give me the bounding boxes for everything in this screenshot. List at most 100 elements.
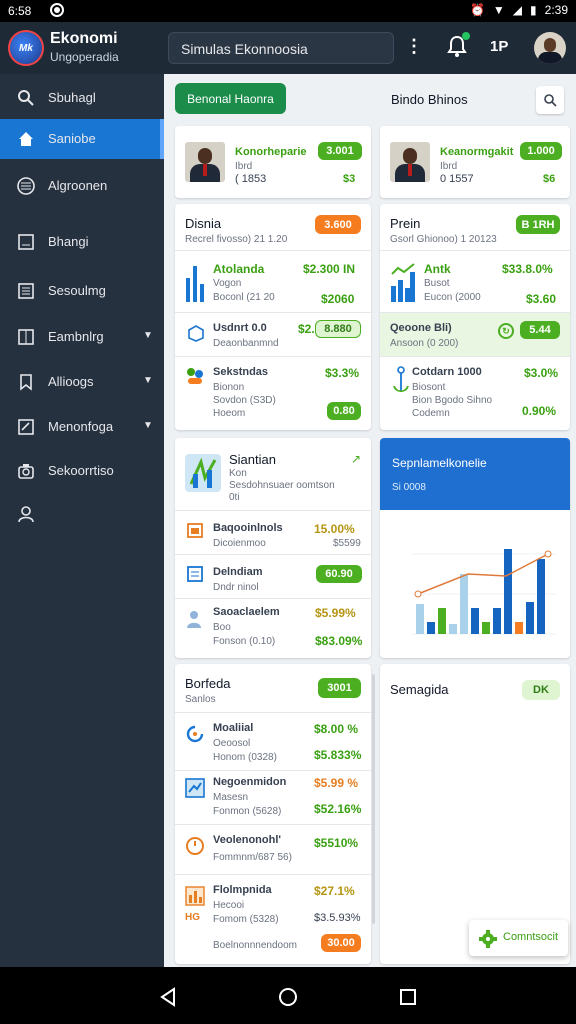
sidebar-item-list[interactable]: Algroonen [0,166,164,206]
item-title: Sekstndas [213,366,269,378]
bar-line-chart [412,549,556,635]
anchor-icon [392,366,410,401]
signal-icon: ◢ [512,3,523,17]
sidebar-item-bank[interactable]: Bhangi [0,222,164,262]
brand-title: Ekonomi [50,30,118,47]
chart-bar [427,622,435,634]
chart-subtitle: Si 0008 [392,482,426,493]
refresh-icon[interactable]: ↻ [498,323,514,339]
item-badge: 8.880 [315,320,361,338]
item-sub: Bionon [213,382,245,393]
item-sub: Boo [213,622,231,633]
bar-chart-icon [185,886,205,911]
profile-line2: 0 1557 [440,173,474,185]
user-avatar[interactable] [534,32,566,64]
item-value: $5.99 % [314,776,359,790]
item-title: Delndiam [213,566,263,578]
chart-bar [537,559,545,634]
item-sub: Honom (0328) [213,752,277,763]
sidebar-item-home[interactable]: Saniobe [0,119,164,159]
item-title: Qeoone Bli) [390,322,452,334]
item-sub: Fonson (0.10) [213,636,276,647]
sidebar-item-management[interactable]: Menonfoga ▼ [0,407,164,447]
sidebar-item-earning[interactable]: Eambnlrg ▼ [0,317,164,357]
notification-bell-icon[interactable] [446,32,470,58]
chart-point [414,590,422,598]
home-button-icon[interactable] [278,987,298,1007]
primary-action-button[interactable]: Benonal Haonra [175,83,286,114]
finance-card: Disnia Recrel fivosso) 21 1.20 3.600 Ato… [175,204,371,430]
chart-thumbnail-icon [185,454,221,492]
sidebar-item-label: Sesoulmg [48,283,106,298]
item-sub: Vogon [213,278,242,289]
floating-action[interactable]: Comntsocit [469,920,568,956]
item-value: $2.300 IN [303,262,356,276]
sidebar-item-label: Menonfoga [48,419,114,434]
chart-bar [493,608,501,634]
expand-icon[interactable]: ↗ [351,452,361,466]
recents-icon[interactable] [398,987,418,1007]
item-sub: Fomom (5328) [213,914,279,925]
chart-bar [471,608,479,634]
card-badge: DK [522,680,560,700]
item-value: $5599 [333,538,361,549]
item-sub: Dndr ninol [213,582,259,593]
people-icon [185,366,205,391]
profile-line1: Ibrd [235,161,253,172]
sidebar: Sbuhagl Saniobe Algroonen Bhangi Sesoulm… [0,74,164,967]
sidebar-item-allocation[interactable]: Allioogs ▼ [0,362,164,402]
scrollbar[interactable] [372,674,375,924]
profile-line2: ( 1853 [235,173,267,185]
back-icon[interactable] [158,987,178,1007]
item-title: Flolmpnida [213,884,272,896]
finance-card: Prein Gsorl Ghionoo) 1 20123 B 1RH Antk … [380,204,570,430]
sidebar-item-search[interactable]: Sbuhagl [0,78,164,118]
app-logo[interactable]: Mk [8,30,44,66]
item-value: $3.60 [526,292,557,306]
floating-action-label: Comntsocit [503,931,559,943]
profile-value: $6 [543,173,556,185]
chart-bar [526,602,534,634]
sidebar-item-profile[interactable] [0,494,164,534]
menu-circle-icon [16,176,36,196]
sidebar-item-label: Bhangi [48,234,89,249]
search-input[interactable]: Simulas Ekonnoosia [168,32,394,64]
profile-badge: 1.000 [520,142,562,160]
item-sub: Hoeom [213,408,246,419]
item-tag: HG [185,912,200,923]
item-sub: Sovdon (S3D) [213,395,276,406]
sidebar-item-label: Algroonen [48,178,108,193]
sidebar-item-label: Allioogs [48,374,94,389]
status-icons: ⏰ ▼ ◢ ▮ 2:39 [470,3,568,17]
item-sub: Hecooi [213,900,245,911]
refresh-icon [185,724,205,749]
more-options-icon[interactable]: ⋮ [405,36,423,57]
item-sub: Codemn [412,408,450,419]
item-title: Usdnrt 0.0 [213,322,267,334]
app-bar: Mk Ekonomi Ungoperadia Simulas Ekonnoosi… [0,22,576,74]
chart-title: Sepnlamelkonelie [392,456,487,470]
header-abbr[interactable]: 1P [490,38,508,55]
card-title: Disnia [185,216,222,231]
record-icon [50,3,64,17]
card-title: Borfeda [185,676,231,691]
bar-chart-icon [390,262,416,307]
item-value: $5.833% [314,748,362,762]
sidebar-item-security[interactable]: Sekoorrtiso [0,451,164,491]
card-badge: B 1RH [516,215,560,234]
item-sub: Biosont [412,382,446,393]
gear-icon [479,930,497,953]
item-sub: Eucon (2000 [424,292,481,303]
profile-card[interactable]: Keanormgakit Ibrd 0 1557 1.000 $6 [380,126,570,198]
item-value: $27.1% [314,884,355,898]
item-sub: Boconl (21 20 [213,292,275,303]
search-button[interactable] [536,86,564,114]
item-value: $3.5.93% [314,912,361,924]
profile-card[interactable]: Konorheparie Ibrd ( 1853 3.001 $3 [175,126,371,198]
item-value: $2060 [321,292,355,306]
item-sub: Deaonbanmnd [213,338,279,349]
card-sub: 0ti [229,492,240,503]
person-icon [185,610,203,635]
sidebar-item-schedule[interactable]: Sesoulmg [0,271,164,311]
summary-card: Semagida DK [380,664,570,964]
